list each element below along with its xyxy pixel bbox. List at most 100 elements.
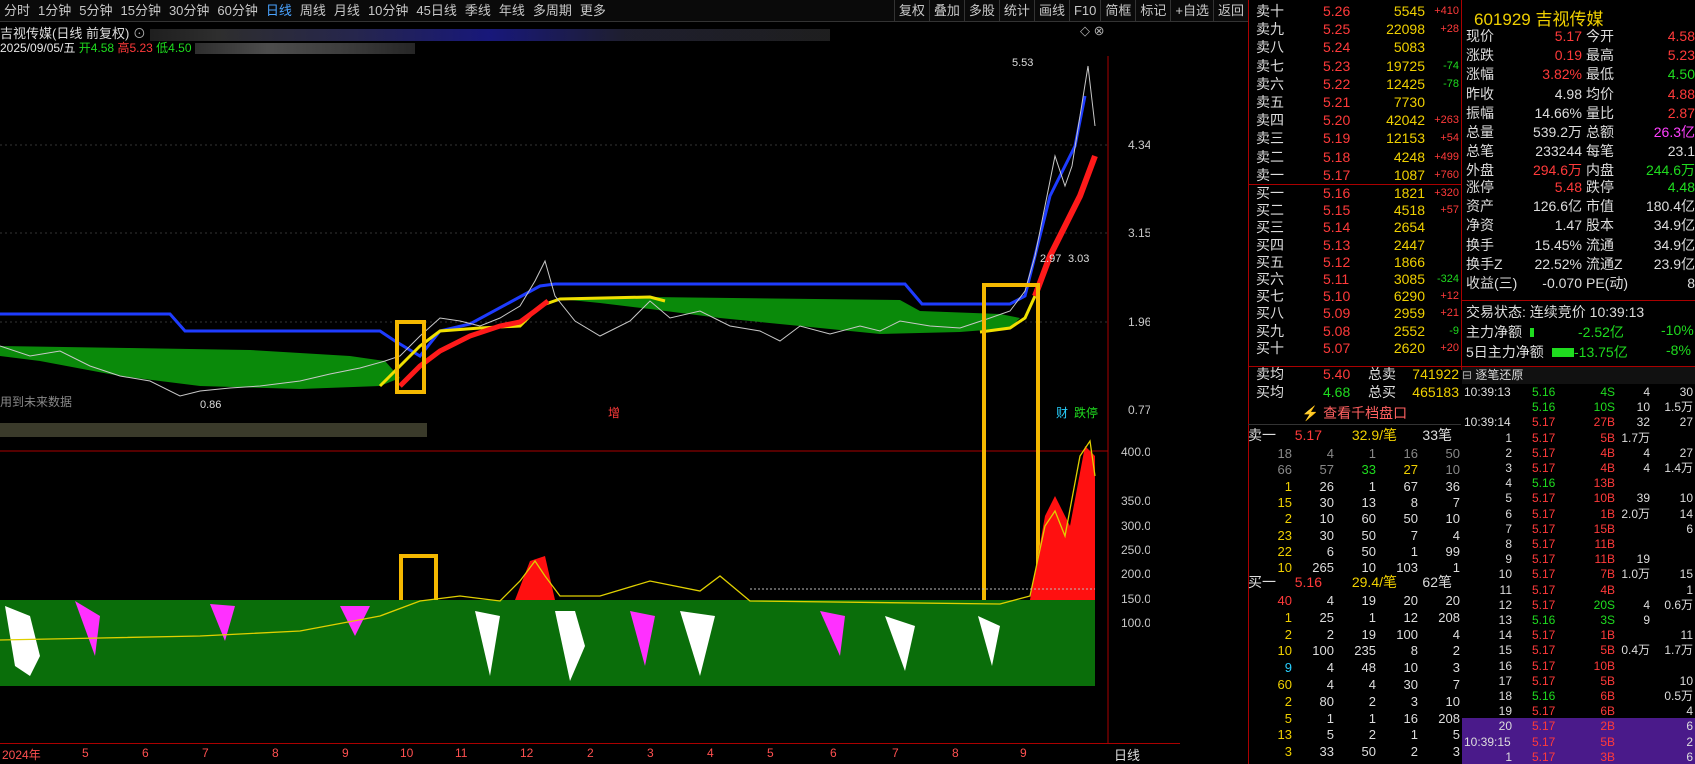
- quote-value: 34.9亿: [1653, 217, 1695, 234]
- tick-price: 5.17: [1532, 491, 1556, 506]
- period-tabs: 分时 1分钟 5分钟 15分钟 30分钟 60分钟 日线 周线 月线 10分钟 45日线 季线 年线 多周…: [0, 0, 610, 22]
- bid-row-price: 5.10: [1323, 288, 1351, 305]
- tick-row: 13 5.16 3S 9: [1462, 612, 1695, 628]
- period-tab-45日线[interactable]: 45日线: [412, 0, 460, 22]
- tick-volume: 4B: [1600, 445, 1615, 460]
- date-tick: 4: [707, 746, 714, 760]
- ask-row-label: 卖一: [1256, 166, 1284, 183]
- period-tab-月线[interactable]: 月线: [330, 0, 364, 22]
- panel-divider: [1461, 0, 1462, 370]
- period-tab-5分钟[interactable]: 5分钟: [75, 0, 116, 22]
- quote-label: 资产: [1466, 198, 1494, 215]
- tick-volume: 10B: [1593, 658, 1615, 673]
- queue-sell-row: 18 4 1 16 50: [1252, 446, 1462, 463]
- period-tab-分时[interactable]: 分时: [0, 0, 34, 22]
- flag-zeng[interactable]: 增: [608, 406, 620, 420]
- period-tab-多周期[interactable]: 多周期: [529, 0, 576, 22]
- quote-value: 14.66%: [1534, 104, 1582, 121]
- tick-time: 19: [1498, 704, 1512, 719]
- tool-button-+自选[interactable]: +自选: [1170, 0, 1213, 22]
- queue-cell: 10: [1319, 511, 1334, 527]
- kline-chart[interactable]: 4.34 3.15 1.96 0.77 400.0 350.0 300.0 25…: [0, 56, 1150, 746]
- tick-row: 1 5.17 5B 1.7万: [1462, 430, 1695, 446]
- tool-button-标记[interactable]: 标记: [1135, 0, 1170, 22]
- quote-value: 26.3亿: [1653, 124, 1695, 140]
- tick-count: 32: [1636, 415, 1650, 430]
- ask-row: 卖九 5.25 22098 +28: [1248, 20, 1460, 39]
- tool-button-复权[interactable]: 复权: [893, 0, 929, 22]
- queue-cell: 3: [1452, 660, 1460, 676]
- period-tab-60分钟[interactable]: 60分钟: [213, 0, 261, 22]
- quote-label: 均价: [1586, 85, 1614, 102]
- queue-cell: 10: [1403, 660, 1418, 676]
- ask-row-volume: 12153: [1386, 130, 1425, 147]
- period-tab-15分钟[interactable]: 15分钟: [116, 0, 164, 22]
- flag-jiaoyi[interactable]: 跌停: [1074, 405, 1098, 420]
- tick-amount: 1.5万: [1664, 400, 1693, 415]
- tool-button-返回[interactable]: 返回: [1212, 0, 1248, 22]
- queue-sell-row: 2 10 60 50 10: [1252, 511, 1462, 528]
- quote-row: 总笔 233244 每笔 23.1: [1464, 142, 1695, 161]
- period-tab-周线[interactable]: 周线: [296, 0, 330, 22]
- mid-annotation-1: 2.97: [1040, 253, 1061, 265]
- quote-label: 流通Z: [1586, 255, 1623, 272]
- tick-price: 5.17: [1532, 628, 1556, 643]
- tool-button-F10[interactable]: F10: [1068, 0, 1100, 22]
- avg-sell-row-label: 卖均: [1256, 366, 1284, 382]
- period-tab-日线[interactable]: 日线: [262, 0, 296, 22]
- date-label: 2025/09/05/五: [0, 41, 76, 55]
- quote-label: 换手: [1466, 236, 1494, 253]
- queue-cell: 3: [1284, 744, 1292, 760]
- tool-button-叠加[interactable]: 叠加: [928, 0, 964, 22]
- ticks-header: ⊟ 逐笔还原: [1462, 367, 1695, 384]
- quote-value: 8: [1687, 275, 1695, 291]
- tick-count: 1.7万: [1621, 430, 1650, 445]
- tick-row: 19 5.17 6B 4: [1462, 703, 1695, 719]
- queue-cell: 66: [1277, 462, 1292, 478]
- tick-amount: 6: [1686, 521, 1693, 536]
- high-label: 高5.23: [117, 41, 153, 55]
- tick-row: 9 5.17 11B 19: [1462, 551, 1695, 567]
- flag-cai[interactable]: 财: [1056, 406, 1068, 420]
- tool-button-简框[interactable]: 简框: [1100, 0, 1135, 22]
- quote-label: 每笔: [1586, 143, 1614, 160]
- ask-row-label: 卖十: [1256, 3, 1284, 19]
- ask-row-change: +499: [1434, 150, 1459, 163]
- tick-time: 6: [1505, 506, 1512, 521]
- tool-button-多股[interactable]: 多股: [963, 0, 999, 22]
- period-tab-年线[interactable]: 年线: [495, 0, 529, 22]
- sub-label-1: 350.0: [1121, 494, 1150, 508]
- queue-cell: 1: [1368, 478, 1376, 494]
- flow5-pct: -8%: [1666, 342, 1691, 358]
- chart-nav-icon[interactable]: ◇ ⊗: [1080, 23, 1105, 39]
- period-tab-30分钟[interactable]: 30分钟: [165, 0, 213, 22]
- quote-value: 5.17: [1554, 28, 1582, 44]
- period-tab-季线[interactable]: 季线: [461, 0, 495, 22]
- ask-row-change: +760: [1434, 168, 1459, 181]
- queue-cell: 13: [1277, 727, 1292, 743]
- period-tab-更多[interactable]: 更多: [576, 0, 610, 22]
- bid-row-volume: 2654: [1393, 219, 1425, 236]
- tick-time: 3: [1505, 461, 1512, 475]
- quote-label: 总额: [1586, 124, 1614, 140]
- thousand-depth-link[interactable]: ⚡ 查看千档盘口: [1248, 403, 1461, 425]
- queue-cell: 2: [1284, 693, 1292, 709]
- tick-volume: 6B: [1600, 689, 1615, 703]
- tick-time: 9: [1505, 552, 1512, 567]
- tick-amount: 6: [1686, 719, 1693, 734]
- tool-button-统计[interactable]: 统计: [998, 0, 1034, 22]
- queue-sell-header-per: 32.9/笔: [1351, 427, 1397, 443]
- tool-button-画线[interactable]: 画线: [1033, 0, 1069, 22]
- ticks-title: 逐笔还原: [1475, 368, 1524, 382]
- period-tab-1分钟[interactable]: 1分钟: [34, 0, 75, 22]
- tick-volume: 3S: [1600, 613, 1615, 627]
- queue-cell: 40: [1277, 593, 1292, 608]
- tick-toggle-icon[interactable]: ⊟: [1462, 368, 1472, 382]
- bid-row-price: 5.13: [1323, 236, 1351, 253]
- bid-row-volume: 2447: [1393, 236, 1425, 253]
- queue-cell: 30: [1319, 527, 1334, 543]
- tick-row: 2 5.17 4B 4 27: [1462, 445, 1695, 461]
- period-tab-10分钟[interactable]: 10分钟: [364, 0, 412, 22]
- tick-row: 12 5.17 20S 4 0.6万: [1462, 597, 1695, 613]
- quote-label: 涨幅: [1466, 66, 1494, 83]
